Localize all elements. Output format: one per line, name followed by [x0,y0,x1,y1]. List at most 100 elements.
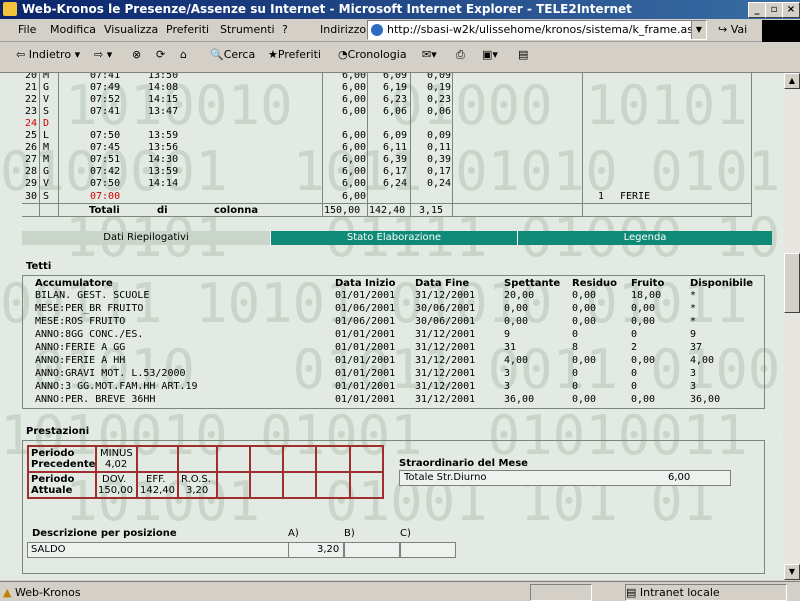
menu-file[interactable]: File [18,23,36,36]
back-button[interactable]: ⇦ Indietro ▾ [16,48,80,61]
tab-dati-riepilogativi[interactable]: Dati Riepilogativi [22,231,270,245]
prestazioni-grid-cell [350,446,383,472]
col-a-field: 3,20 [288,542,344,558]
scroll-up-icon[interactable]: ▲ [784,73,800,89]
straordinario-label: Totale Str.Diurno [404,472,487,483]
prestazioni-grid-cell [217,472,250,498]
tetti-cell: 0 [631,329,638,340]
scroll-down-icon[interactable]: ▼ [784,564,800,580]
maximize-button[interactable]: ▫ [765,2,783,18]
prestazioni-grid-cell [283,472,316,498]
prestazioni-grid-cell [250,472,283,498]
time-in: 07:42 [90,166,121,177]
address-url: http://sbasi-w2k/ulissehome/kronos/siste… [387,23,700,36]
tetti-cell: 0 [631,368,638,379]
theoretical-hours: 6,00 [342,166,367,177]
edit-icon[interactable]: ▣▾ [482,48,498,61]
tetti-cell: 0,00 [572,394,597,405]
search-icon: 🔍 [210,48,224,61]
go-button[interactable]: ↪ Vai [718,23,747,36]
balance-hours: 0,06 [427,106,452,117]
grid-line [582,73,583,216]
menu-visualizza[interactable]: Visualizza [104,23,158,36]
time-out: 14:15 [148,94,179,105]
refresh-icon[interactable]: ⟳ [156,48,165,61]
tetti-cell: 01/01/2001 [335,394,396,405]
minimize-button[interactable]: _ [748,2,766,18]
days-table: 20 M 07:41 13:50 6,00 6,09 0,09 21 G 07:49 14:08… [22,73,752,218]
mail-icon[interactable]: ✉▾ [422,48,437,61]
prestazioni-grid-cell [350,472,383,498]
tetti-cell: 36,00 [504,394,535,405]
balance-hours: 0,23 [427,94,452,105]
theoretical-hours: 6,00 [342,94,367,105]
theoretical-hours: 6,00 [342,191,367,202]
menu-modifica[interactable]: Modifica [50,23,96,36]
tab-stato-elaborazione[interactable]: Stato Elaborazione [270,231,517,245]
tetti-header: Fruito [631,278,665,289]
time-out: 14:08 [148,82,179,93]
discuss-icon[interactable]: ▤ [518,48,528,61]
menu-preferiti[interactable]: Preferiti [166,23,209,36]
total-effective: 142,40 [369,205,406,216]
tetti-cell: 3 [504,368,511,379]
search-button[interactable]: 🔍Cerca [210,48,255,61]
time-in: 07:51 [90,154,121,165]
prestazioni-grid-cell [316,472,350,498]
history-button[interactable]: ◔Cronologia [338,48,407,61]
menu-help[interactable]: ? [282,23,288,36]
tab-legenda[interactable]: Legenda [517,231,772,245]
total-theoretical: 150,00 [324,205,361,216]
ie-app-icon [3,2,17,16]
note-text: FERIE [620,191,651,202]
prestazioni-grid-cell [316,446,350,472]
col-a-label: A) [288,528,299,539]
time-out: 13:59 [148,130,179,141]
tetti-header: Data Inizio [335,278,396,289]
menu-strumenti[interactable]: Strumenti [220,23,275,36]
prestazioni-grid: Periodo Precedente MINUS 4,02 Periodo At… [27,445,384,499]
tetti-cell: ANNO:8GG CONC./ES. [35,329,144,340]
att-value-1: 150,00 [98,485,133,496]
scroll-thumb[interactable] [784,253,800,313]
tetti-header: Data Fine [415,278,470,289]
forward-arrow-icon: ⇨ [94,48,104,61]
tetti-cell: * [690,290,697,301]
prestazioni-title: Prestazioni [26,426,90,437]
day-label: 27 M [25,154,50,165]
tetti-cell: 01/06/2001 [335,303,396,314]
forward-button[interactable]: ⇨ ▾ [94,48,112,61]
print-icon[interactable]: ⎙ [456,48,465,62]
periodo-attuale-label: Periodo Attuale [31,474,75,496]
vertical-scrollbar[interactable]: ▲ ▼ [784,73,800,580]
tetti-cell: 31/12/2001 [415,381,476,392]
menu-bar: File Modifica Visualizza Preferiti Strum… [0,19,800,42]
tetti-cell: 3 [690,381,697,392]
close-button[interactable]: × [782,2,800,18]
tetti-cell: 0,00 [631,355,656,366]
zone-text: Intranet locale [639,586,720,599]
effective-hours: 6,09 [383,73,408,81]
col-b-field [344,542,400,558]
favorites-button[interactable]: ★Preferiti [268,48,321,61]
tetti-cell: 31/12/2001 [415,355,476,366]
day-label: 22 V [25,94,50,105]
tetti-cell: 31/12/2001 [415,368,476,379]
prec-value: 4,02 [105,459,128,470]
periodo-precedente-label: Periodo Precedente [31,448,96,470]
theoretical-hours: 6,00 [342,130,367,141]
time-in: 07:00 [90,191,121,202]
time-in: 07:49 [90,82,121,93]
effective-hours: 6,06 [383,106,408,117]
page-content: 1010010 01000 10101 0100001 1011 01010 0… [0,73,784,580]
balance-hours: 0,19 [427,82,452,93]
tetti-cell: 37 [690,342,703,353]
stop-icon[interactable]: ⊗ [132,48,141,61]
descrizione-title: Descrizione per posizione [32,528,177,539]
home-icon[interactable]: ⌂ [180,48,187,61]
address-bar[interactable]: http://sbasi-w2k/ulissehome/kronos/siste… [367,20,707,40]
status-text: Web-Kronos [14,586,81,599]
tetti-cell: 3 [504,381,511,392]
tetti-cell: ANNO:3 GG.MOT.FAM.HH ART.19 [35,381,198,392]
address-dropdown-icon[interactable]: ▼ [691,21,706,39]
